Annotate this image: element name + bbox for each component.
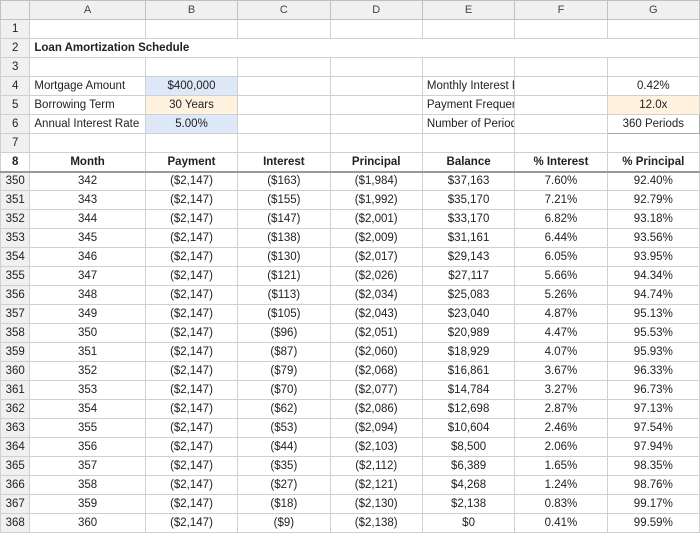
row-7: 7 [1,134,700,153]
payment-freq-value: 12.0x [607,96,699,115]
mortgage-amount-input[interactable]: $400,000 [145,77,237,96]
table-row: 351343($2,147)($155)($1,992)$35,1707.21%… [1,191,700,210]
monthly-rate-value: 0.42% [607,77,699,96]
col-header-c: C [238,1,330,20]
col-header-g: G [607,1,699,20]
row-2: 2 Loan Amortization Schedule [1,39,700,58]
borrowing-term-input[interactable]: 30 Years [145,96,237,115]
table-row: 360352($2,147)($79)($2,068)$16,8613.67%9… [1,362,700,381]
annual-rate-input[interactable]: 5.00% [145,115,237,134]
spreadsheet: A B C D E F G 1 2 Loan Amortization Sche… [0,0,700,533]
table-row: 368360($2,147)($9)($2,138)$00.41%99.59% [1,514,700,533]
table-row: 364356($2,147)($44)($2,103)$8,5002.06%97… [1,438,700,457]
monthly-rate-label: Monthly Interest Rate [422,77,514,96]
table-row: 367359($2,147)($18)($2,130)$2,1380.83%99… [1,495,700,514]
column-header-row: A B C D E F G [1,1,700,20]
borrowing-term-label: Borrowing Term [30,96,145,115]
corner-cell [1,1,30,20]
table-row: 365357($2,147)($35)($2,112)$6,3891.65%98… [1,457,700,476]
row-3: 3 [1,58,700,77]
col-header-b: B [145,1,237,20]
table-row: 356348($2,147)($113)($2,034)$25,0835.26%… [1,286,700,305]
col-header-a: A [30,1,145,20]
annual-rate-label: Annual Interest Rate [30,115,145,134]
num-periods-label: Number of Periods [422,115,514,134]
col-header-d: D [330,1,422,20]
mortgage-amount-label: Mortgage Amount [30,77,145,96]
table-row: 355347($2,147)($121)($2,026)$27,1175.66%… [1,267,700,286]
col-balance-header: Balance [422,153,514,172]
row-5: 5 Borrowing Term 30 Years Payment Freque… [1,96,700,115]
col-pct-principal-header: % Principal [607,153,699,172]
num-periods-value: 360 Periods [607,115,699,134]
col-principal-header: Principal [330,153,422,172]
col-pct-interest-header: % Interest [515,153,607,172]
title-cell: Loan Amortization Schedule [30,39,700,58]
col-interest-header: Interest [238,153,330,172]
col-payment-header: Payment [145,153,237,172]
table-row: 363355($2,147)($53)($2,094)$10,6042.46%9… [1,419,700,438]
data-header-row: 8 Month Payment Interest Principal Balan… [1,153,700,172]
row-1: 1 [1,20,700,39]
table-row: 353345($2,147)($138)($2,009)$31,1616.44%… [1,229,700,248]
table-row: 366358($2,147)($27)($2,121)$4,2681.24%98… [1,476,700,495]
table-row: 362354($2,147)($62)($2,086)$12,6982.87%9… [1,400,700,419]
table-row: 359351($2,147)($87)($2,060)$18,9294.07%9… [1,343,700,362]
col-month-header: Month [30,153,145,172]
table-row: 354346($2,147)($130)($2,017)$29,1436.05%… [1,248,700,267]
payment-freq-label: Payment Frequency [422,96,514,115]
row-4: 4 Mortgage Amount $400,000 Monthly Inter… [1,77,700,96]
table-row: 361353($2,147)($70)($2,077)$14,7843.27%9… [1,381,700,400]
table-row: 358350($2,147)($96)($2,051)$20,9894.47%9… [1,324,700,343]
row-6: 6 Annual Interest Rate 5.00% Number of P… [1,115,700,134]
col-header-e: E [422,1,514,20]
col-header-f: F [515,1,607,20]
table-row: 352344($2,147)($147)($2,001)$33,1706.82%… [1,210,700,229]
table-row: 357349($2,147)($105)($2,043)$23,0404.87%… [1,305,700,324]
table-row: 350342($2,147)($163)($1,984)$37,1637.60%… [1,172,700,191]
